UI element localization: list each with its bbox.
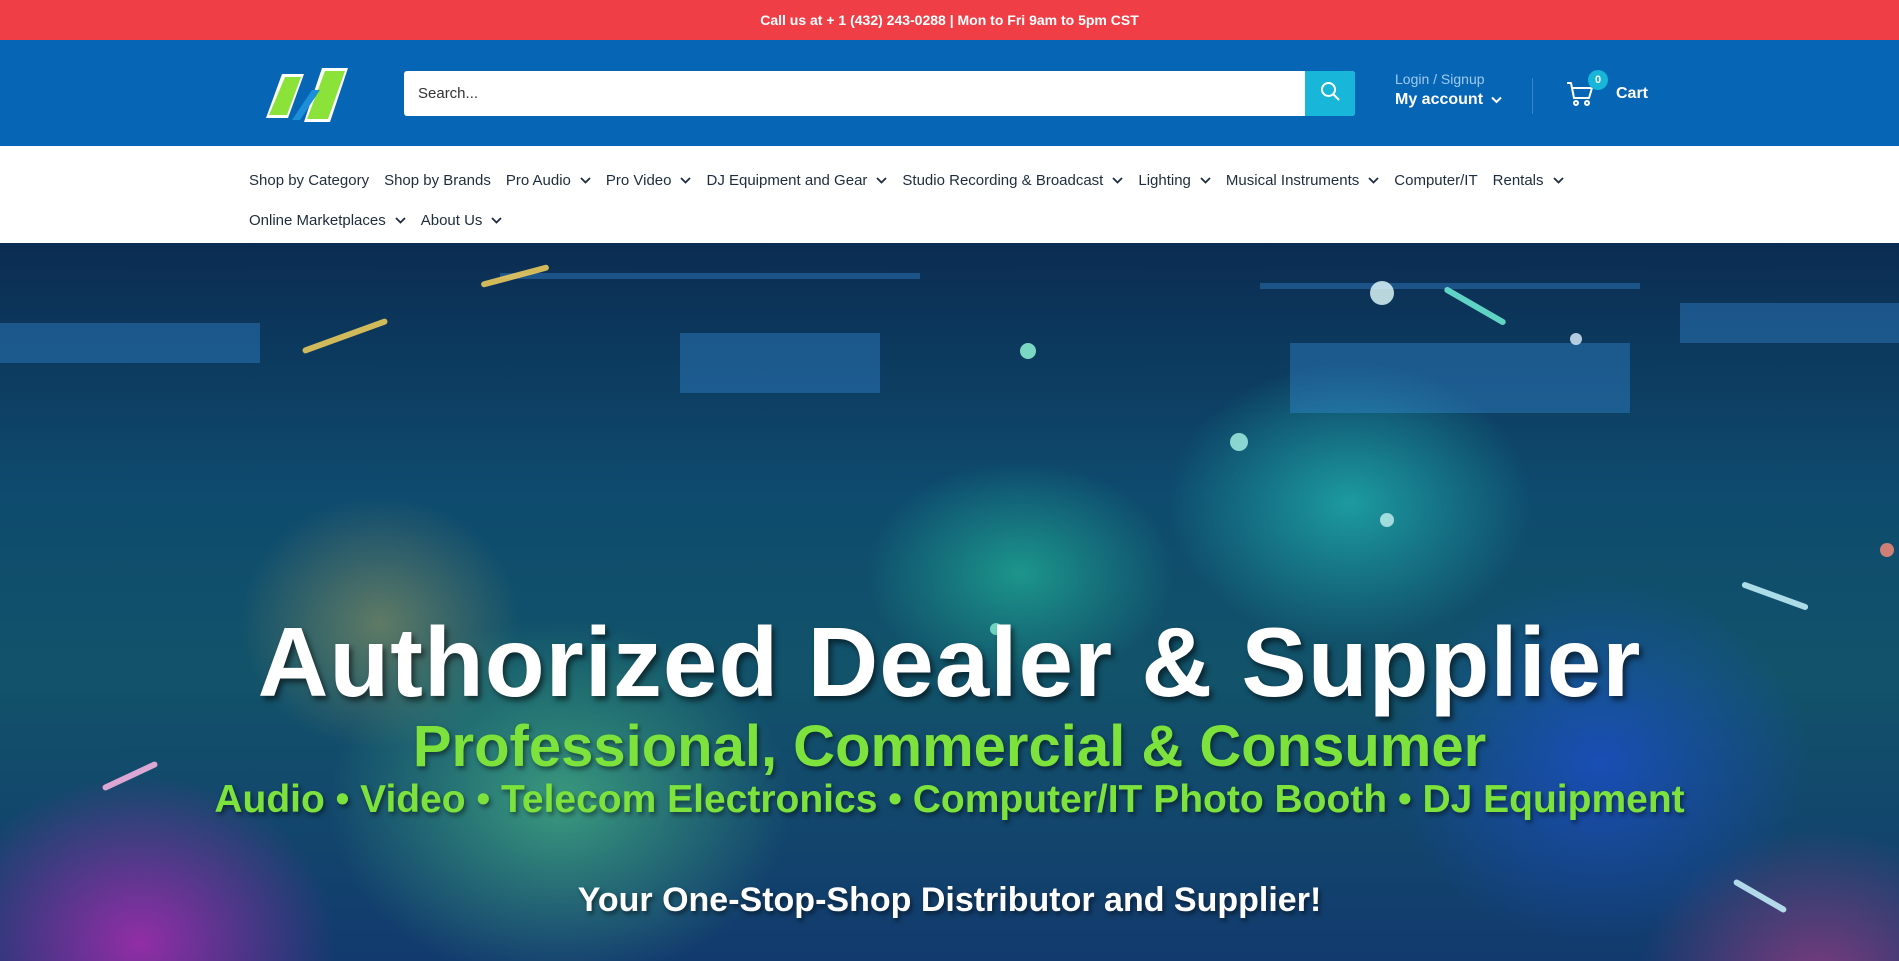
chevron-down-icon xyxy=(680,176,692,184)
my-account-label: My account xyxy=(1395,91,1484,108)
nav-item-label: Pro Audio xyxy=(505,171,571,189)
cart-icon: 0 xyxy=(1566,70,1608,108)
cart-count-badge: 0 xyxy=(1588,70,1608,90)
light-spot xyxy=(1570,333,1582,345)
nav-item-label: Pro Video xyxy=(605,171,672,189)
hero-subheadline: Professional, Commercial & Consumer xyxy=(412,714,1487,779)
nav-item-label: Computer/IT xyxy=(1394,171,1478,189)
nav-item-musical-instruments[interactable]: Musical Instruments xyxy=(1226,172,1379,189)
stage-truss xyxy=(0,323,260,363)
nav-item-computer-it[interactable]: Computer/IT xyxy=(1394,172,1477,189)
chevron-down-icon xyxy=(395,216,406,224)
light-spot xyxy=(1380,513,1394,527)
nav-item-rentals[interactable]: Rentals xyxy=(1493,172,1564,189)
announcement-bar: Call us at + 1 (432) 243-0288 | Mon to F… xyxy=(0,0,1899,40)
my-account-dropdown[interactable]: My account xyxy=(1395,91,1502,109)
nav-item-online-marketplaces[interactable]: Online Marketplaces xyxy=(249,212,406,229)
cart-button[interactable]: 0 Cart xyxy=(1566,70,1649,108)
nav-item-dj-equipment-and-gear[interactable]: DJ Equipment and Gear xyxy=(706,171,888,189)
account-menu[interactable]: Login / Signup My account xyxy=(1395,71,1502,109)
stage-truss xyxy=(500,273,920,279)
site-header: Login / Signup My account 0 Cart xyxy=(0,40,1899,146)
hero-categories: Audio • Video • Telecom Electronics • Co… xyxy=(214,778,1685,821)
chevron-down-icon xyxy=(491,216,503,224)
login-signup-link[interactable]: Login / Signup xyxy=(1395,71,1502,87)
chevron-down-icon xyxy=(1491,91,1502,109)
light-beam xyxy=(1443,285,1507,327)
nav-item-label: Musical Instruments xyxy=(1225,171,1360,189)
chevron-down-icon xyxy=(1112,176,1123,184)
chevron-down-icon xyxy=(1200,176,1211,184)
brand-logo[interactable] xyxy=(252,60,362,132)
main-navigation: Shop by Category Shop by Brands Pro Audio P… xyxy=(0,146,1899,243)
nav-item-label: Online Marketplaces xyxy=(249,211,386,229)
light-spot xyxy=(1020,343,1036,359)
light-spot xyxy=(1230,433,1248,451)
nav-item-label: Studio Recording & Broadcast xyxy=(902,171,1104,189)
nav-item-label: DJ Equipment and Gear xyxy=(706,171,868,189)
nav-item-label: About Us xyxy=(420,211,483,229)
light-spot xyxy=(1880,543,1894,557)
nav-item-label: Shop by Category xyxy=(249,171,370,189)
nav-row-secondary: Online Marketplaces About Us xyxy=(249,196,1899,244)
light-beam xyxy=(301,317,389,355)
chevron-down-icon xyxy=(1368,176,1379,184)
search-button[interactable] xyxy=(1305,71,1355,116)
nav-item-label: Shop by Brands xyxy=(384,171,491,189)
hero-banner: Authorized Dealer & Supplier Professiona… xyxy=(0,243,1899,961)
announcement-text: Call us at + 1 (432) 243-0288 | Mon to F… xyxy=(760,12,1139,28)
nav-item-studio-recording-and-broadcast[interactable]: Studio Recording & Broadcast xyxy=(902,172,1123,189)
search-input[interactable] xyxy=(404,71,1305,116)
nav-item-label: Lighting xyxy=(1138,171,1191,189)
nav-item-lighting[interactable]: Lighting xyxy=(1138,172,1211,189)
nav-item-shop-by-brands[interactable]: Shop by Brands xyxy=(384,172,491,189)
nav-item-pro-video[interactable]: Pro Video xyxy=(606,172,692,189)
cart-label: Cart xyxy=(1616,85,1649,102)
chevron-down-icon xyxy=(580,176,591,184)
search-bar xyxy=(404,71,1355,116)
header-divider xyxy=(1532,78,1533,114)
stage-truss xyxy=(680,333,880,393)
nav-item-shop-by-category[interactable]: Shop by Category xyxy=(249,172,369,189)
nav-item-label: Rentals xyxy=(1492,171,1544,189)
hero-tagline: Your One-Stop-Shop Distributor and Suppl… xyxy=(577,881,1322,919)
stage-truss xyxy=(1290,343,1630,413)
chevron-down-icon xyxy=(876,176,888,184)
nav-item-about-us[interactable]: About Us xyxy=(421,212,503,229)
hero-headline: Authorized Dealer & Supplier xyxy=(257,607,1642,717)
stage-truss xyxy=(1680,303,1899,343)
chevron-down-icon xyxy=(1552,176,1564,184)
light-spot xyxy=(1370,281,1394,305)
nav-item-pro-audio[interactable]: Pro Audio xyxy=(506,172,591,189)
search-icon xyxy=(1320,81,1340,106)
